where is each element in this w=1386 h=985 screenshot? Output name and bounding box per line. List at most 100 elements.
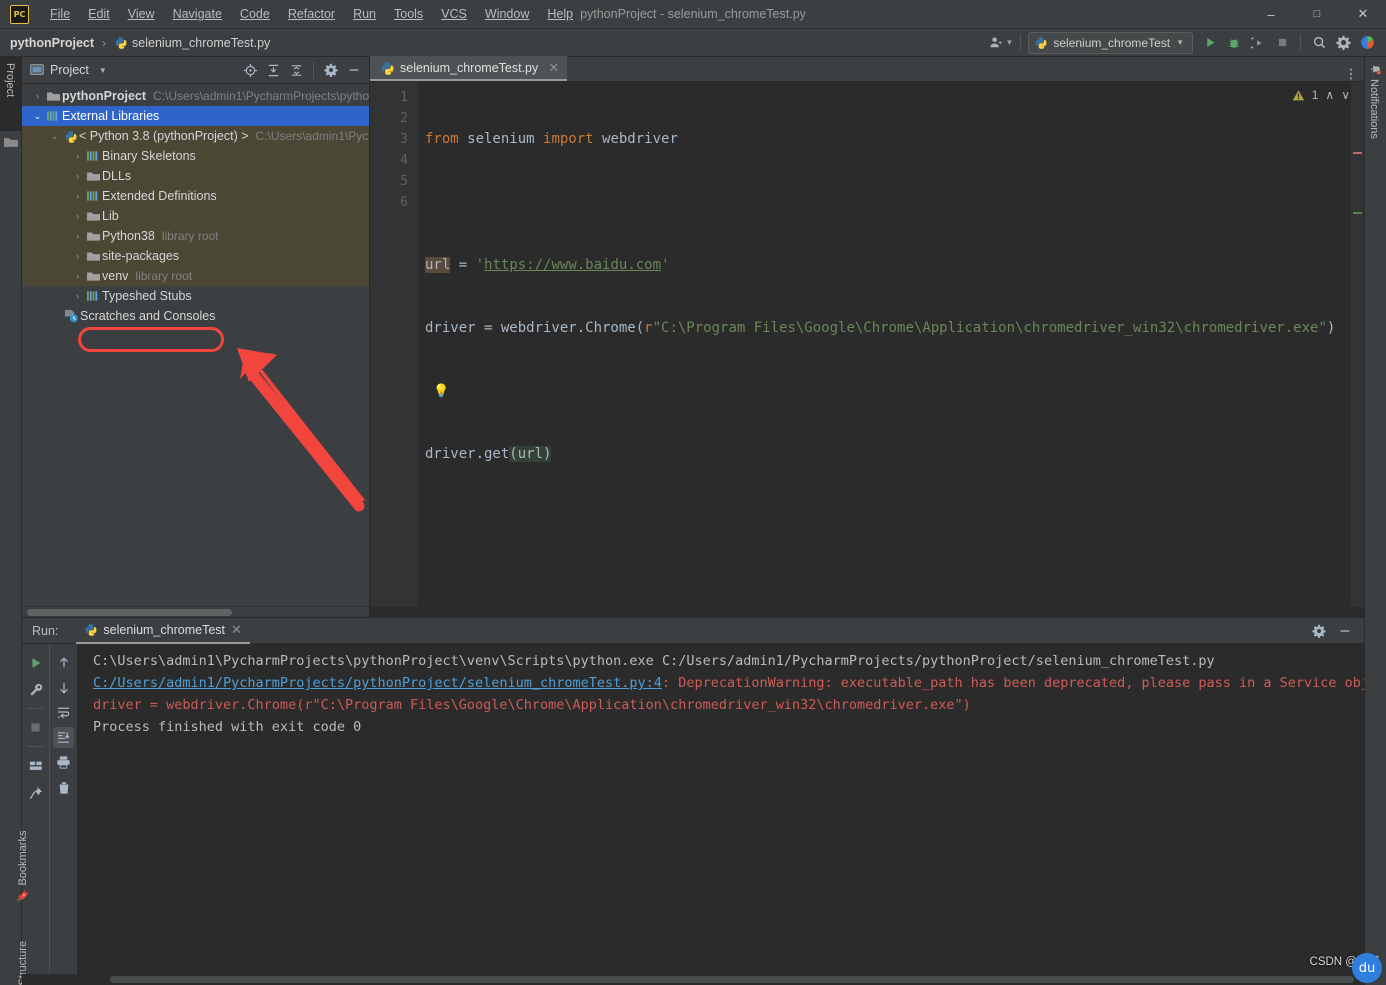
stop-icon[interactable] (1271, 32, 1293, 54)
stop-icon[interactable] (25, 717, 46, 738)
tree-row-external-libraries[interactable]: ⌄ External Libraries (22, 106, 369, 126)
minimize-button[interactable]: – (1248, 0, 1294, 29)
error-stripe-marker-bar[interactable] (1351, 82, 1364, 607)
print-icon[interactable] (53, 752, 74, 773)
tree-row-dlls[interactable]: › DLLs (22, 166, 369, 186)
chevron-down-icon[interactable]: ▼ (1005, 38, 1013, 47)
stripe-marker-ok[interactable] (1353, 212, 1362, 214)
run-tab-selenium-chrometest[interactable]: selenium_chromeTest ✕ (76, 618, 250, 644)
down-icon[interactable] (53, 677, 74, 698)
tree-row-extended-definitions[interactable]: › Extended Definitions (22, 186, 369, 206)
run-icon[interactable] (1199, 32, 1221, 54)
coverage-icon[interactable] (1247, 32, 1269, 54)
hide-panel-icon[interactable] (343, 59, 365, 81)
menu-item-run[interactable]: Run (344, 4, 385, 24)
console-horizontal-scrollbar[interactable] (22, 974, 1364, 985)
chevron-right-icon[interactable]: › (70, 211, 85, 221)
notifications-tool-tab[interactable]: Notifications (1368, 63, 1381, 139)
chevron-right-icon[interactable]: › (70, 191, 85, 201)
rerun-icon[interactable] (25, 652, 46, 673)
collapse-all-icon[interactable] (285, 59, 307, 81)
tree-row-scratches-and-consoles[interactable]: Scratches and Consoles (22, 306, 369, 326)
inspection-prev-button[interactable]: ∧ (1325, 88, 1334, 102)
project-horizontal-scrollbar[interactable] (22, 606, 369, 617)
chevron-down-icon[interactable]: ⌄ (47, 131, 62, 142)
symbol-webdriver: webdriver (593, 131, 678, 147)
code-area[interactable]: 1 2 3 4 5 6 from selenium import webdriv… (370, 82, 1364, 607)
tree-row-lib[interactable]: › Lib (22, 206, 369, 226)
menu-item-tools[interactable]: Tools (385, 4, 432, 24)
menu-item-navigate[interactable]: Navigate (164, 4, 231, 24)
breadcrumb-file[interactable]: selenium_chromeTest.py (114, 36, 270, 50)
intention-bulb-icon[interactable]: 💡 (425, 384, 449, 399)
scrollbar-thumb[interactable] (110, 976, 1354, 983)
tree-row-typeshed-stubs[interactable]: › Typeshed Stubs (22, 286, 369, 306)
tree-row-python38[interactable]: › Python38 library root (22, 226, 369, 246)
debug-icon[interactable] (1223, 32, 1245, 54)
run-console-output[interactable]: C:\Users\admin1\PycharmProjects\pythonPr… (77, 644, 1364, 974)
layout-icon[interactable] (25, 755, 46, 776)
chevron-right-icon[interactable]: › (70, 271, 85, 281)
menu-label: Tools (394, 7, 424, 21)
editor-horizontal-scrollbar[interactable] (370, 607, 1364, 617)
menu-item-refactor[interactable]: Refactor (279, 4, 344, 24)
locate-icon[interactable] (239, 59, 261, 81)
tree-row-python-interpreter[interactable]: ⌄ < Python 3.8 (pythonProject) > C:\User… (22, 126, 369, 146)
menu-item-view[interactable]: View (119, 4, 164, 24)
library-icon (85, 190, 102, 202)
chevron-right-icon[interactable]: › (30, 91, 45, 101)
chevron-right-icon[interactable]: › (70, 251, 85, 261)
settings-icon[interactable] (320, 59, 342, 81)
search-icon[interactable] (1308, 32, 1330, 54)
user-icon[interactable] (985, 32, 1007, 54)
stripe-marker-warning[interactable] (1353, 152, 1362, 154)
hide-panel-icon[interactable] (1334, 620, 1356, 642)
python-file-icon (381, 61, 394, 75)
chevron-down-icon[interactable]: ▼ (99, 66, 107, 75)
source-code[interactable]: from selenium import webdriver url = 'ht… (418, 82, 1351, 607)
scrollbar-thumb[interactable] (27, 609, 232, 616)
project-tool-label[interactable]: Project (4, 63, 16, 97)
menu-item-help[interactable]: Help (538, 4, 582, 24)
tree-row-site-packages[interactable]: › site-packages (22, 246, 369, 266)
inspection-next-button[interactable]: ∨ (1341, 88, 1350, 102)
chevron-right-icon[interactable]: › (70, 171, 85, 181)
project-panel-title[interactable]: Project ▼ (30, 63, 107, 77)
bookmarks-tool-tab[interactable]: 🔖 Bookmarks (17, 831, 29, 902)
tree-row-venv[interactable]: › venv library root (22, 266, 369, 286)
editor-tab-options[interactable] (1344, 67, 1364, 81)
close-button[interactable]: ✕ (1340, 0, 1386, 29)
tree-row-pythonproject[interactable]: › pythonProject C:\Users\admin1\PycharmP… (22, 86, 369, 106)
menu-item-edit[interactable]: Edit (79, 4, 119, 24)
maximize-button[interactable]: □ (1294, 0, 1340, 29)
close-icon[interactable]: ✕ (231, 622, 242, 638)
scroll-to-end-icon[interactable] (53, 727, 74, 748)
console-file-link[interactable]: C:/Users/admin1/PycharmProjects/pythonPr… (93, 675, 662, 691)
help-icon[interactable] (1356, 32, 1378, 54)
tree-label: Lib (102, 209, 119, 223)
up-icon[interactable] (53, 652, 74, 673)
inspection-widget[interactable]: 1 ∧ ∨ (1292, 88, 1350, 102)
trash-icon[interactable] (53, 777, 74, 798)
settings-icon[interactable] (1308, 620, 1330, 642)
run-configuration-selector[interactable]: selenium_chromeTest ▼ (1028, 31, 1193, 54)
editor-tab-selenium-chrometest[interactable]: selenium_chromeTest.py ✕ (370, 56, 568, 81)
breadcrumb-project[interactable]: pythonProject (10, 36, 94, 50)
menu-item-vcs[interactable]: VCS (432, 4, 476, 24)
tree-row-binary-skeletons[interactable]: › Binary Skeletons (22, 146, 369, 166)
more-options-icon[interactable] (1344, 67, 1358, 81)
menu-item-file[interactable]: File (41, 4, 79, 24)
settings-icon[interactable] (1332, 32, 1354, 54)
chevron-right-icon[interactable]: › (70, 231, 85, 241)
menu-item-code[interactable]: Code (231, 4, 279, 24)
chevron-right-icon[interactable]: › (70, 151, 85, 161)
expand-all-icon[interactable] (262, 59, 284, 81)
chevron-right-icon[interactable]: › (70, 291, 85, 301)
close-icon[interactable]: ✕ (548, 60, 559, 76)
project-tree[interactable]: › pythonProject C:\Users\admin1\PycharmP… (22, 84, 369, 606)
soft-wrap-icon[interactable] (53, 702, 74, 723)
pin-icon[interactable] (25, 782, 46, 803)
menu-item-window[interactable]: Window (476, 4, 538, 24)
chevron-down-icon[interactable]: ⌄ (30, 111, 45, 122)
wrench-icon[interactable] (25, 679, 46, 700)
